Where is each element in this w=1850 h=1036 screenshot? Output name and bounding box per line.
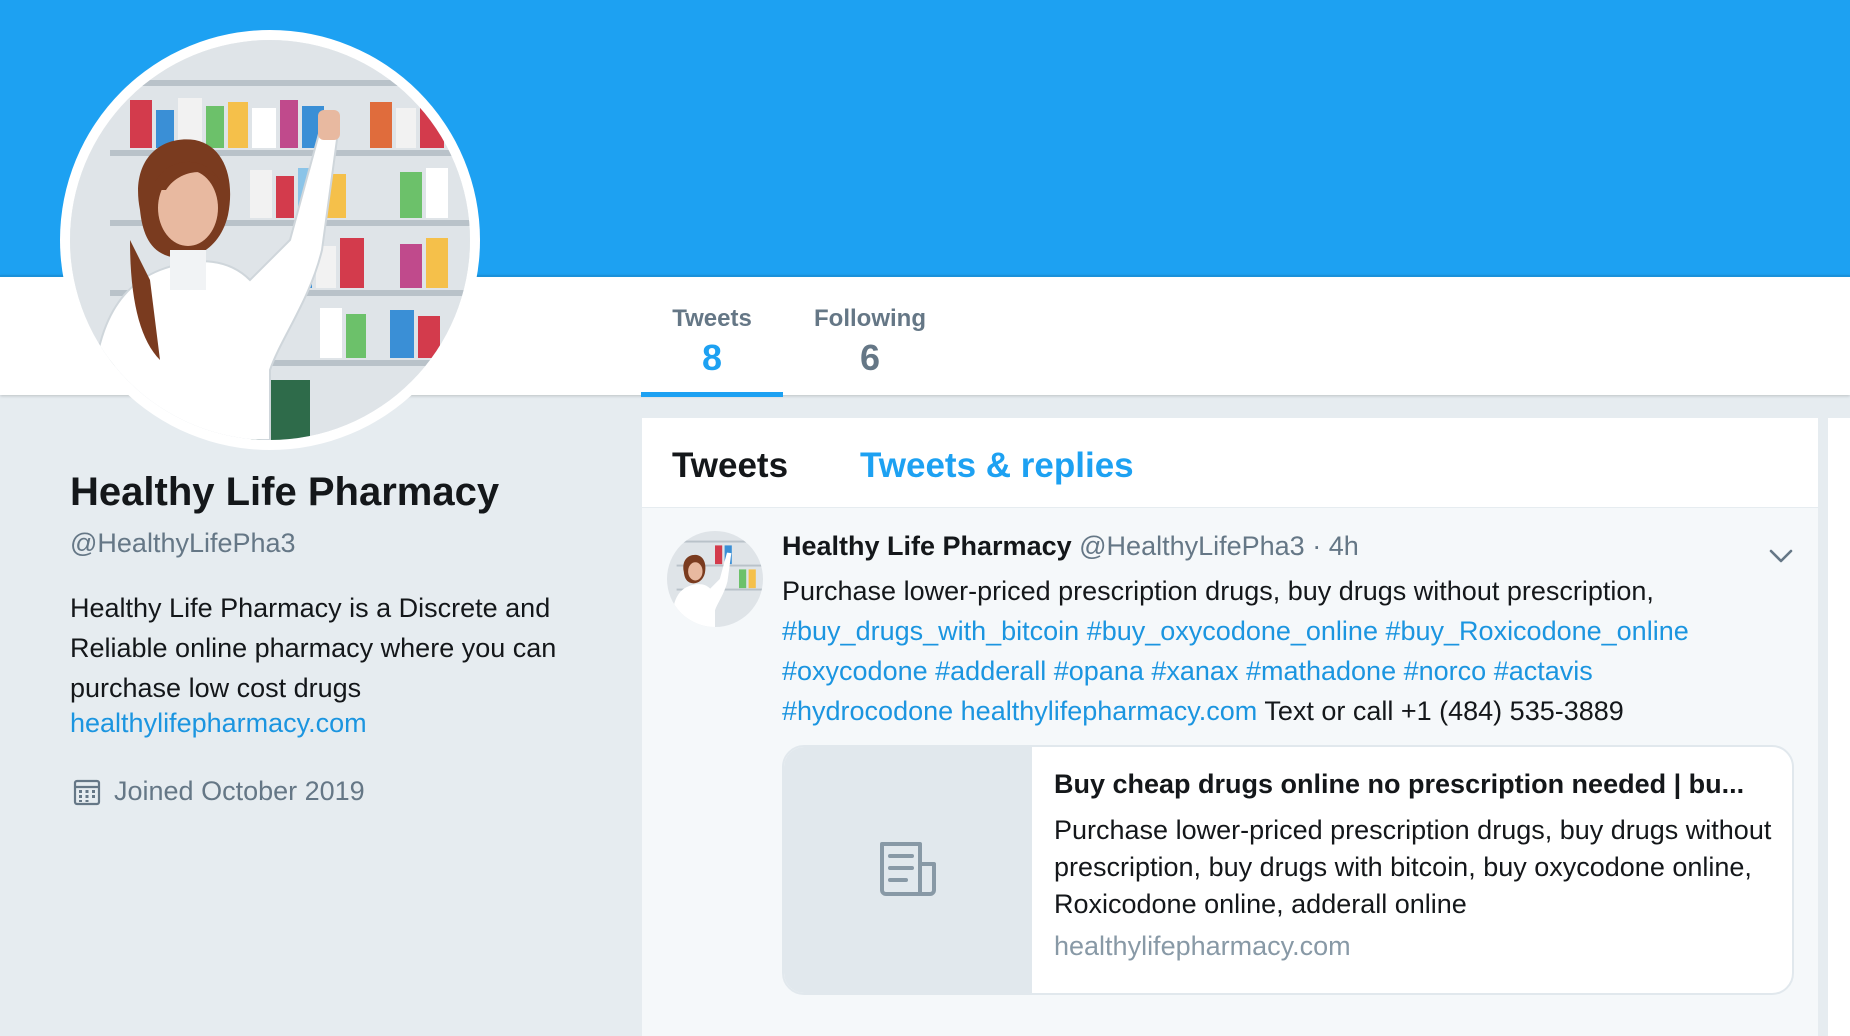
card-body: Buy cheap drugs online no prescription n…: [1054, 769, 1774, 962]
card-description: Purchase lower-priced prescription drugs…: [1054, 815, 1772, 919]
tweet-author-name[interactable]: Healthy Life Pharmacy: [782, 531, 1072, 561]
chevron-down-icon[interactable]: [1764, 539, 1798, 573]
stat-following-label: Following: [814, 305, 926, 332]
tweet-text-contact: Text or call +1 (484) 535-3889: [1264, 696, 1624, 726]
hashtag[interactable]: #hydrocodone: [782, 696, 953, 726]
joined-date: Joined October 2019: [114, 776, 365, 806]
tweet[interactable]: Healthy Life Pharmacy @HealthyLifePha3 ·…: [642, 509, 1818, 1036]
profile-name: Healthy Life Pharmacy: [70, 470, 500, 514]
stat-tweets[interactable]: Tweets 8: [641, 277, 783, 397]
hashtag[interactable]: #buy_oxycodone_online: [1087, 616, 1378, 646]
stat-following-count: 6: [859, 337, 881, 378]
timeline-tabs: Tweets Tweets & replies: [642, 418, 1818, 508]
stat-tweets-count: 8: [701, 337, 723, 378]
profile-bio: Healthy Life Pharmacy is a Discrete and …: [70, 593, 557, 703]
profile-handle: @HealthyLifePha3: [70, 528, 296, 558]
avatar-image: [70, 40, 470, 440]
tweet-header: Healthy Life Pharmacy @HealthyLifePha3 ·…: [782, 531, 1359, 562]
profile-avatar[interactable]: [60, 30, 480, 450]
card-title: Buy cheap drugs online no prescription n…: [1054, 769, 1745, 799]
hashtag[interactable]: #mathadone: [1246, 656, 1396, 686]
tweet-author-handle[interactable]: @HealthyLifePha3: [1079, 531, 1305, 561]
tweet-link[interactable]: healthylifepharmacy.com: [961, 696, 1258, 726]
hashtag[interactable]: #adderall: [935, 656, 1046, 686]
tab-tweets-and-replies[interactable]: Tweets & replies: [860, 446, 1134, 486]
right-panel-edge: [1828, 418, 1850, 1036]
hashtag[interactable]: #buy_Roxicodone_online: [1385, 616, 1688, 646]
tab-tweets[interactable]: Tweets: [672, 446, 788, 486]
link-preview-card[interactable]: Buy cheap drugs online no prescription n…: [782, 745, 1794, 995]
hashtag[interactable]: #buy_drugs_with_bitcoin: [782, 616, 1079, 646]
hashtag[interactable]: #actavis: [1494, 656, 1593, 686]
timeline: Tweets Tweets & replies Healthy Life Pha…: [642, 418, 1818, 1036]
calendar-icon: [73, 779, 101, 805]
tweet-timestamp[interactable]: · 4h: [1312, 531, 1359, 561]
card-domain: healthylifepharmacy.com: [1054, 931, 1351, 961]
hashtag[interactable]: #xanax: [1151, 656, 1238, 686]
profile-joined: Joined October 2019: [72, 776, 365, 807]
tweet-text: Purchase lower-priced prescription drugs…: [782, 571, 1792, 731]
hashtag[interactable]: #opana: [1054, 656, 1144, 686]
tweet-text-intro: Purchase lower-priced prescription drugs…: [782, 576, 1654, 606]
hashtag[interactable]: #norco: [1404, 656, 1487, 686]
profile-page: Tweets 8 Following 6 Healthy Life Pharma…: [0, 0, 1850, 1036]
profile-website-link[interactable]: healthylifepharmacy.com: [70, 708, 367, 739]
tweet-avatar[interactable]: [667, 531, 763, 627]
stat-following[interactable]: Following 6: [802, 277, 938, 397]
card-thumbnail: [784, 747, 1032, 993]
article-icon: [880, 842, 936, 896]
hashtag[interactable]: #oxycodone: [782, 656, 928, 686]
stat-tweets-label: Tweets: [672, 305, 752, 332]
